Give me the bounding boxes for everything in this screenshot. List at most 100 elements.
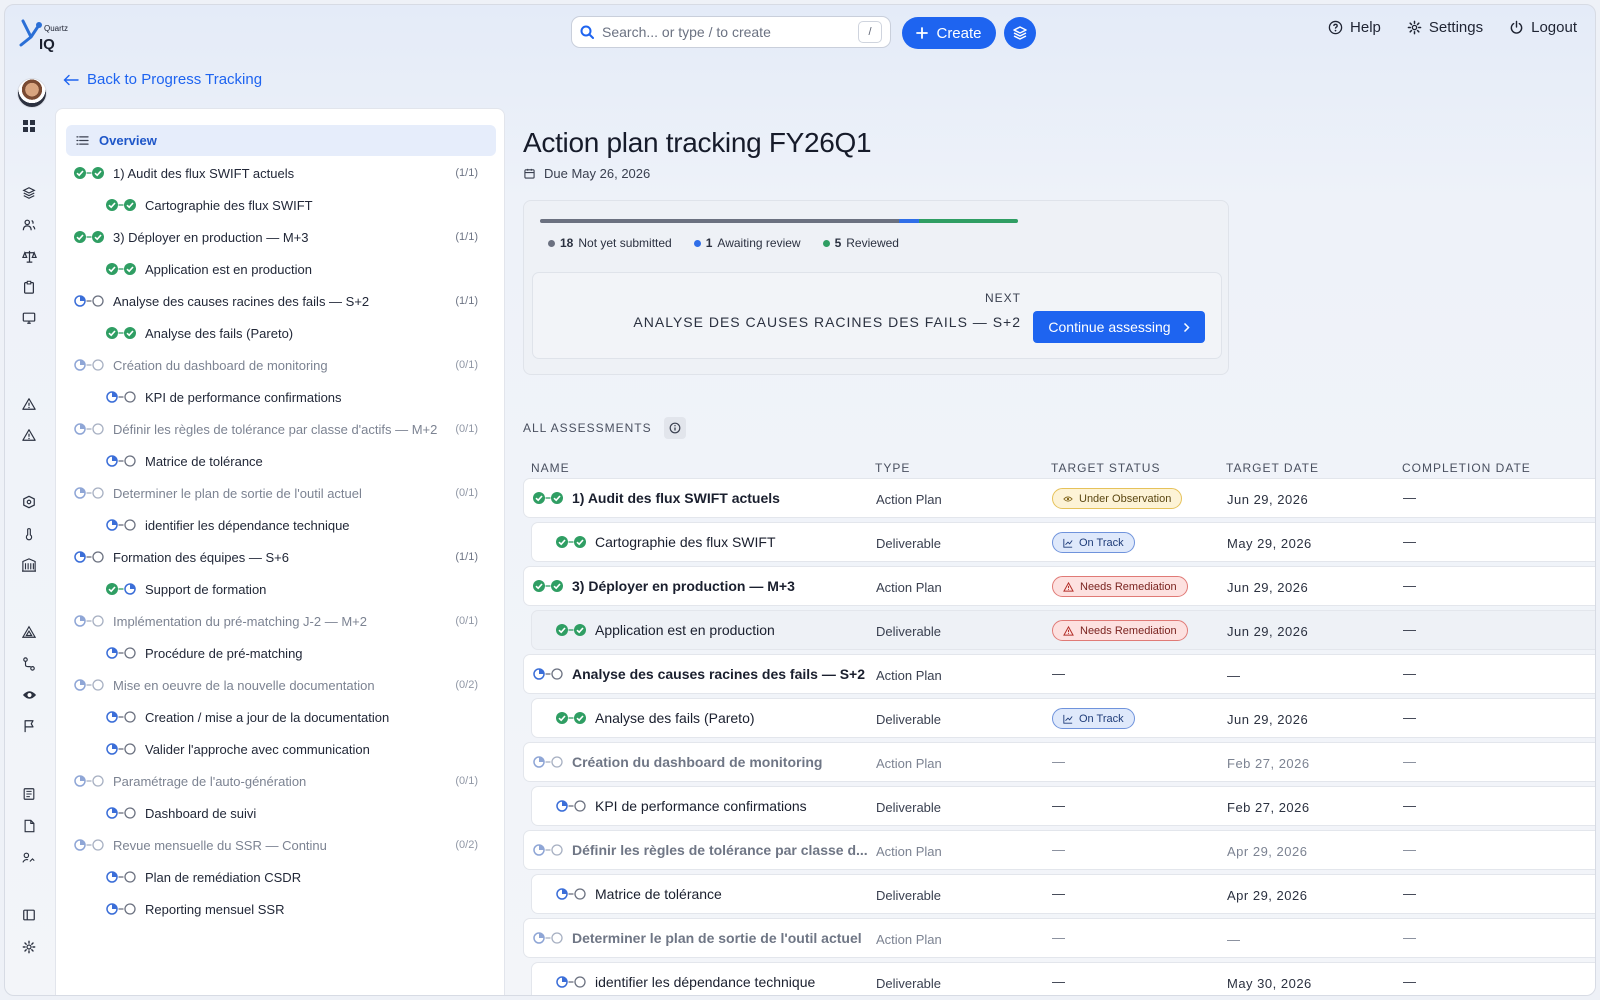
status-badge-label: Needs Remediation (1080, 624, 1177, 637)
row-target-date: Feb 27, 2026 (1227, 800, 1310, 815)
row-target-status: — (1052, 884, 1065, 901)
row-name: Matrice de tolérance (595, 886, 722, 902)
tree-child-item[interactable]: Application est en production (56, 253, 506, 285)
building-icon[interactable] (20, 556, 38, 574)
settings-link[interactable]: Settings (1407, 19, 1483, 36)
overview-nav-item[interactable]: Overview (66, 125, 496, 156)
layers-icon[interactable] (20, 184, 38, 202)
tree-child-item[interactable]: Procédure de pré-matching (56, 637, 506, 669)
scale-icon[interactable] (20, 247, 38, 265)
table-row[interactable]: Création du dashboard de monitoring Actio… (523, 742, 1595, 782)
alert-icon[interactable] (20, 426, 38, 444)
status-progress-icon (74, 775, 104, 787)
tree-child-item[interactable]: Cartographie des flux SWIFT (56, 189, 506, 221)
layers-button[interactable] (1004, 17, 1036, 49)
column-header-target-status[interactable]: TARGET STATUS (1051, 461, 1160, 475)
tree-item-label: 1) Audit des flux SWIFT actuels (113, 165, 295, 181)
route-icon[interactable] (20, 655, 38, 673)
tree-parent-item[interactable]: Définir les règles de tolérance par clas… (56, 413, 506, 445)
status-progress-icon (106, 903, 136, 915)
thermometer-icon[interactable] (20, 525, 38, 543)
tree-child-item[interactable]: Matrice de tolérance (56, 445, 506, 477)
info-button[interactable] (663, 417, 686, 439)
eye-icon[interactable] (20, 686, 38, 704)
row-target-status: — (1052, 928, 1065, 945)
tree-parent-item[interactable]: Mise en oeuvre de la nouvelle documentat… (56, 669, 506, 701)
continue-assessing-button[interactable]: Continue assessing (1033, 311, 1205, 343)
tree-child-item[interactable]: Dashboard de suivi (56, 797, 506, 829)
tree-child-item[interactable]: Reporting mensuel SSR (56, 893, 506, 925)
table-row[interactable]: 1) Audit des flux SWIFT actuels Action Pl… (523, 478, 1595, 518)
status-progress-icon (106, 199, 136, 211)
back-to-progress-link[interactable]: Back to Progress Tracking (63, 71, 262, 88)
status-progress-icon (106, 807, 136, 819)
tree-child-item[interactable]: KPI de performance confirmations (56, 381, 506, 413)
row-type: Action Plan (876, 932, 942, 947)
logout-link[interactable]: Logout (1509, 19, 1577, 36)
status-progress-icon (74, 295, 104, 307)
tree-child-item[interactable]: identifier les dépendance technique (56, 509, 506, 541)
row-completion-date: — (1403, 666, 1416, 681)
shield-icon[interactable] (20, 493, 38, 511)
monitor-icon[interactable] (20, 309, 38, 327)
not-submitted-label: Not yet submitted (578, 236, 672, 250)
help-link[interactable]: Help (1328, 19, 1381, 36)
tree-parent-item[interactable]: Paramétrage de l'auto-génération (0/1) (56, 765, 506, 797)
users-icon[interactable] (20, 216, 38, 234)
table-row[interactable]: identifier les dépendance technique Deliv… (531, 962, 1595, 995)
legend-dot (548, 239, 555, 247)
tree-parent-item[interactable]: Formation des équipes — S+6 (1/1) (56, 541, 506, 573)
create-label: Create (936, 24, 982, 42)
next-label: NEXT (984, 291, 1021, 305)
alert-icon[interactable] (20, 395, 38, 413)
bank-icon[interactable] (20, 785, 38, 803)
table-row[interactable]: Application est en production Deliverable… (531, 610, 1595, 650)
table-row[interactable]: Définir les règles de tolérance par clas… (523, 830, 1595, 870)
column-header-target-date[interactable]: TARGET DATE (1226, 461, 1319, 475)
tree-parent-item[interactable]: Revue mensuelle du SSR — Continu (0/2) (56, 829, 506, 861)
tree-child-item[interactable]: Support de formation (56, 573, 506, 605)
column-header-type[interactable]: TYPE (875, 461, 910, 475)
row-type: Action Plan (876, 580, 942, 595)
status-progress-icon (74, 231, 104, 243)
status-progress-icon (74, 679, 104, 691)
plus-icon (916, 27, 929, 39)
clipboard-icon[interactable] (20, 278, 38, 296)
table-row[interactable]: Analyse des fails (Pareto) Deliverable On … (531, 698, 1595, 738)
triangle-icon[interactable] (20, 623, 38, 641)
table-row[interactable]: Determiner le plan de sortie de l'outil … (523, 918, 1595, 958)
table-row[interactable]: 3) Déployer en production — M+3 Action Pl… (523, 566, 1595, 606)
table-row[interactable]: Cartographie des flux SWIFT Deliverable On… (531, 522, 1595, 562)
tree-parent-item[interactable]: Determiner le plan de sortie de l'outil … (56, 477, 506, 509)
tree-parent-item[interactable]: Implémentation du pré-matching J-2 — M+2… (56, 605, 506, 637)
status-badge-label: On Track (1079, 536, 1124, 549)
tree-child-item[interactable]: Plan de remédiation CSDR (56, 861, 506, 893)
table-row[interactable]: KPI de performance confirmations Delivera… (531, 786, 1595, 826)
status-progress-icon (74, 359, 104, 371)
grid-icon[interactable] (20, 117, 38, 135)
quartz-iq-logo[interactable]: Quartz IQ (19, 15, 79, 55)
table-row[interactable]: Analyse des causes racines des fails — S… (523, 654, 1595, 694)
table-row[interactable]: Matrice de tolérance Deliverable — Apr 29, … (531, 874, 1595, 914)
status-progress-icon (106, 263, 136, 275)
tree-parent-item[interactable]: Analyse des causes racines des fails — S… (56, 285, 506, 317)
tree-item-count: (1/1) (455, 551, 478, 563)
status-badge-label: On Track (1079, 712, 1124, 725)
document-icon[interactable] (20, 817, 38, 835)
panel-icon[interactable] (20, 906, 38, 924)
flag-icon[interactable] (20, 717, 38, 735)
column-header-name[interactable]: NAME (531, 461, 570, 475)
tree-parent-item[interactable]: 1) Audit des flux SWIFT actuels (1/1) (56, 157, 506, 189)
all-assessments-label: ALL ASSESSMENTS (523, 421, 652, 435)
tree-parent-item[interactable]: 3) Déployer en production — M+3 (1/1) (56, 221, 506, 253)
create-button[interactable]: Create (902, 17, 996, 49)
gear-icon[interactable] (20, 938, 38, 956)
legend-dot (693, 239, 701, 247)
tree-child-item[interactable]: Creation / mise a jour de la documentati… (56, 701, 506, 733)
tree-child-item[interactable]: Analyse des fails (Pareto) (56, 317, 506, 349)
column-header-completion-date[interactable]: COMPLETION DATE (1402, 461, 1531, 475)
tree-parent-item[interactable]: Création du dashboard de monitoring (0/1) (56, 349, 506, 381)
tree-child-item[interactable]: Valider l'approche avec communication (56, 733, 506, 765)
signature-icon[interactable] (20, 849, 38, 867)
search-input[interactable]: Search... or type / to create / (571, 16, 891, 48)
